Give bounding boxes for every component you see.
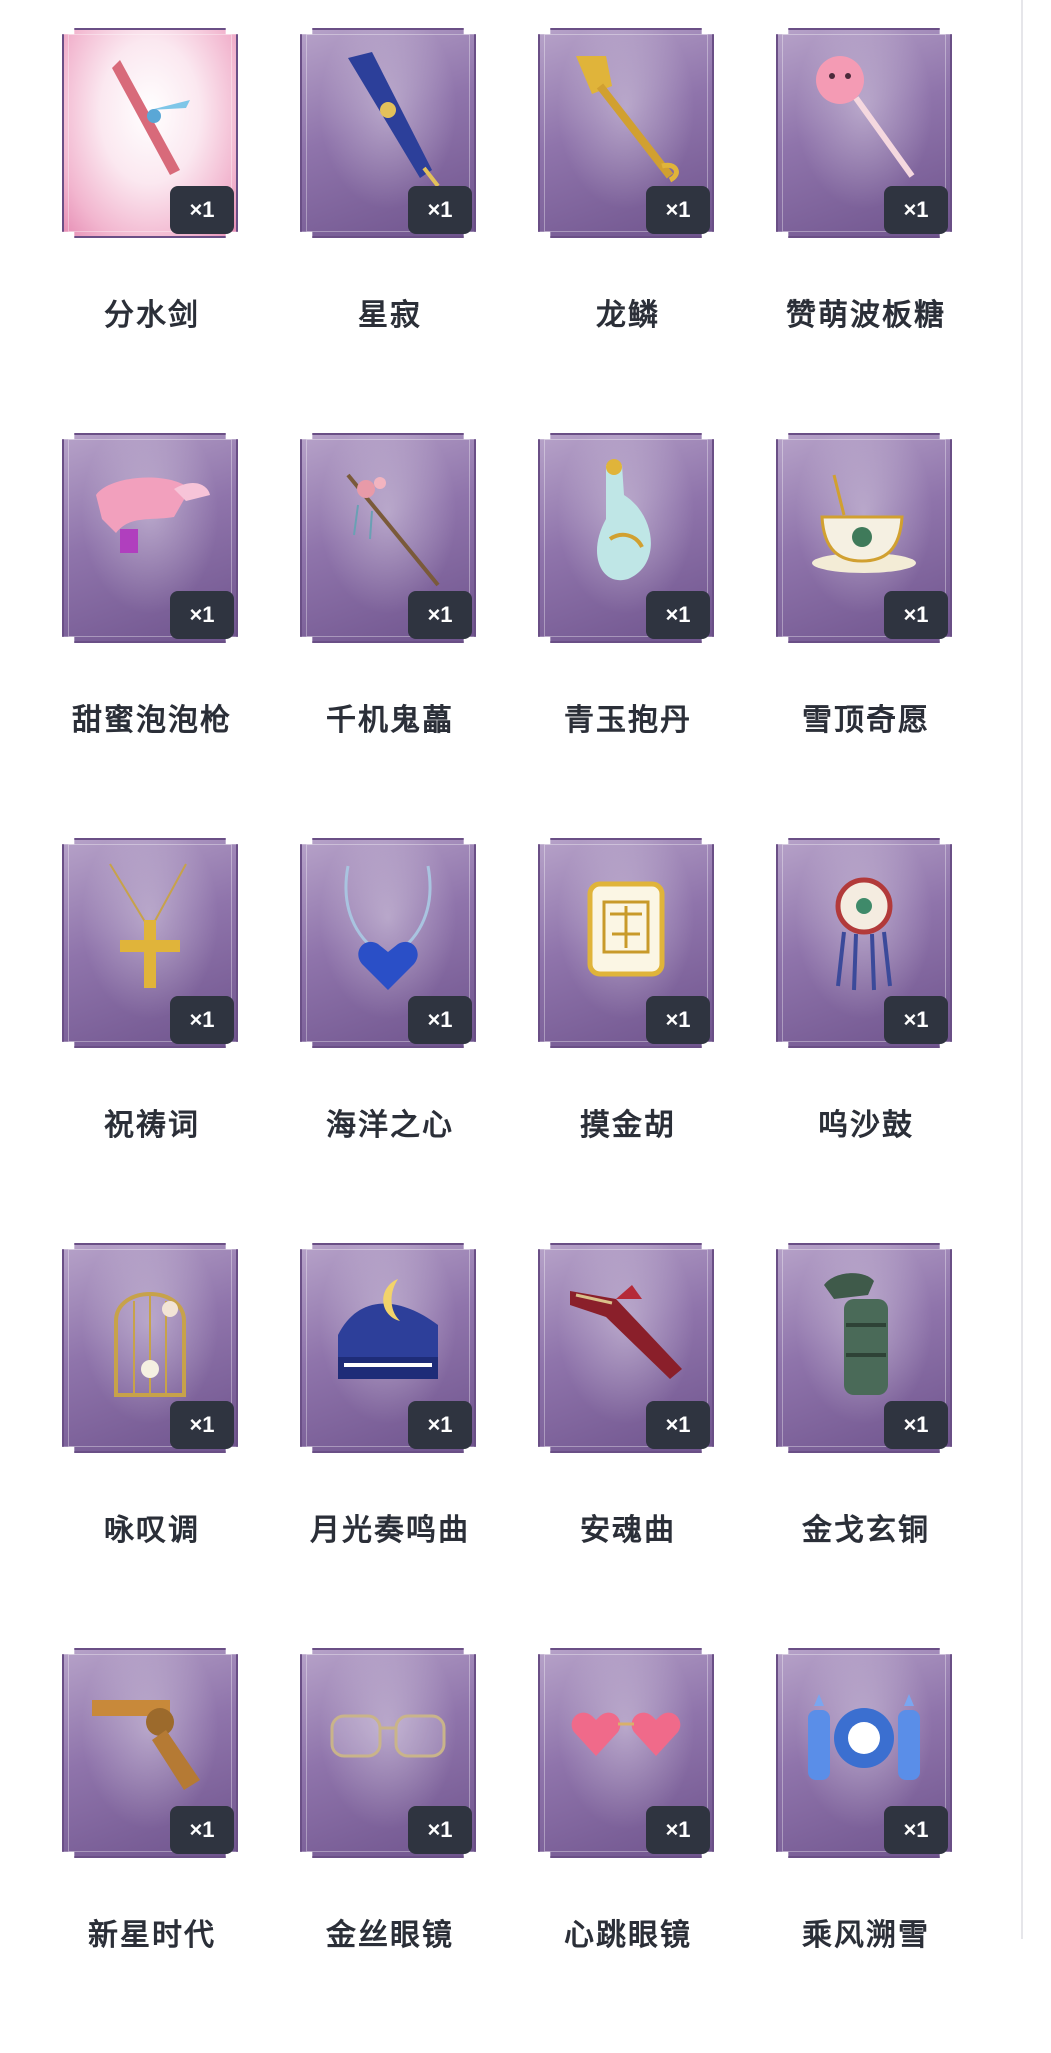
quantity-badge: ×1: [884, 1806, 948, 1854]
shovel-icon: [566, 50, 686, 190]
item-tile[interactable]: ×1 心跳眼镜: [538, 1648, 718, 2053]
quantity-badge: ×1: [646, 591, 710, 639]
item-name: 甜蜜泡泡枪: [72, 703, 232, 738]
item-name: 祝祷词: [104, 1108, 200, 1143]
item-tile[interactable]: ×1 新星时代: [62, 1648, 242, 2053]
quantity-badge: ×1: [170, 996, 234, 1044]
quantity-badge: ×1: [884, 591, 948, 639]
quantity-badge: ×1: [646, 1806, 710, 1854]
dreamcatcher-icon: [804, 860, 924, 1000]
quantity-badge: ×1: [646, 996, 710, 1044]
vase-icon: [566, 455, 686, 595]
item-name: 咏叹调: [104, 1513, 200, 1548]
item-tile[interactable]: ×1 龙鳞: [538, 28, 718, 433]
item-tile[interactable]: ×1 祝祷词: [62, 838, 242, 1243]
scrollbar-track[interactable]: [1021, 0, 1023, 1939]
scepter-icon: [328, 50, 448, 190]
item-name: 心跳眼镜: [564, 1918, 692, 1953]
item-tile[interactable]: ×1 赞萌波板糖: [776, 28, 956, 433]
item-name: 新星时代: [88, 1918, 216, 1953]
quantity-badge: ×1: [884, 996, 948, 1044]
item-name: 安魂曲: [580, 1513, 676, 1548]
item-name: 摸金胡: [580, 1108, 676, 1143]
item-tile[interactable]: ×1 摸金胡: [538, 838, 718, 1243]
quantity-badge: ×1: [646, 1401, 710, 1449]
item-tile[interactable]: ×1 咏叹调: [62, 1243, 242, 1648]
quantity-badge: ×1: [170, 1806, 234, 1854]
snow-lantern-icon: [804, 1670, 924, 1810]
item-name: 金丝眼镜: [326, 1918, 454, 1953]
piano-icon: [328, 1265, 448, 1405]
item-name: 龙鳞: [596, 298, 660, 333]
quantity-badge: ×1: [170, 186, 234, 234]
quantity-badge: ×1: [884, 186, 948, 234]
item-name: 星寂: [358, 298, 422, 333]
quantity-badge: ×1: [646, 186, 710, 234]
revolver-icon: [90, 1670, 210, 1810]
item-name: 赞萌波板糖: [786, 298, 946, 333]
birdcage-icon: [90, 1265, 210, 1405]
item-name: 雪顶奇愿: [802, 703, 930, 738]
item-tile[interactable]: ×1 分水剑: [62, 28, 242, 433]
item-name: 月光奏鸣曲: [310, 1513, 470, 1548]
crimson-blade-icon: [566, 1265, 686, 1405]
item-name: 海洋之心: [326, 1108, 454, 1143]
quantity-badge: ×1: [170, 591, 234, 639]
heart-glasses-icon: [566, 1670, 686, 1810]
item-tile[interactable]: ×1 千机鬼藟: [300, 433, 480, 838]
item-tile[interactable]: ×1 青玉抱丹: [538, 433, 718, 838]
item-tile[interactable]: ×1 星寂: [300, 28, 480, 433]
quantity-badge: ×1: [408, 591, 472, 639]
quantity-badge: ×1: [408, 186, 472, 234]
item-tile[interactable]: ×1 甜蜜泡泡枪: [62, 433, 242, 838]
mahjong-tile-icon: [566, 860, 686, 1000]
item-tile[interactable]: ×1 安魂曲: [538, 1243, 718, 1648]
item-name: 金戈玄铜: [802, 1513, 930, 1548]
vine-staff-icon: [328, 455, 448, 595]
item-name: 青玉抱丹: [564, 703, 692, 738]
quantity-badge: ×1: [408, 996, 472, 1044]
item-tile[interactable]: ×1 月光奏鸣曲: [300, 1243, 480, 1648]
cross-pendant-icon: [90, 860, 210, 1000]
item-name: 呜沙鼓: [818, 1108, 914, 1143]
bronze-grenade-icon: [804, 1265, 924, 1405]
lollipop-icon: [804, 50, 924, 190]
heart-necklace-icon: [328, 860, 448, 1000]
item-tile[interactable]: ×1 呜沙鼓: [776, 838, 956, 1243]
teacup-icon: [804, 455, 924, 595]
item-name: 分水剑: [104, 298, 200, 333]
item-tile[interactable]: ×1 乘风溯雪: [776, 1648, 956, 2053]
sword-icon: [90, 50, 210, 190]
bubble-gun-icon: [90, 455, 210, 595]
item-grid: ×1 分水剑 ×1 星寂 ×1 龙鳞 ×1 赞萌波板糖 ×1 甜蜜泡泡枪 ×1 …: [62, 28, 956, 2053]
quantity-badge: ×1: [170, 1401, 234, 1449]
quantity-badge: ×1: [884, 1401, 948, 1449]
item-tile[interactable]: ×1 雪顶奇愿: [776, 433, 956, 838]
item-name: 乘风溯雪: [802, 1918, 930, 1953]
item-tile[interactable]: ×1 金丝眼镜: [300, 1648, 480, 2053]
quantity-badge: ×1: [408, 1806, 472, 1854]
item-tile[interactable]: ×1 金戈玄铜: [776, 1243, 956, 1648]
quantity-badge: ×1: [408, 1401, 472, 1449]
glasses-icon: [328, 1670, 448, 1810]
item-tile[interactable]: ×1 海洋之心: [300, 838, 480, 1243]
item-name: 千机鬼藟: [326, 703, 454, 738]
